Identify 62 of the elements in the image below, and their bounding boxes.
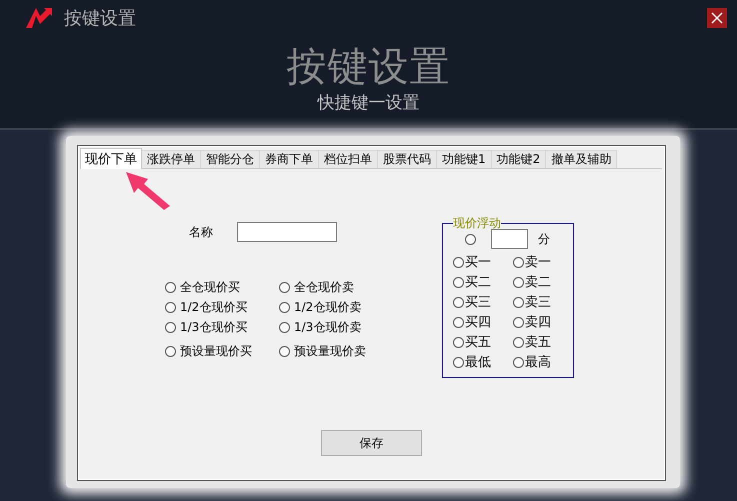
radio-button[interactable] bbox=[165, 322, 176, 332]
radio-label: 卖一 bbox=[525, 254, 551, 271]
header-subtitle: 快捷键一设置 bbox=[318, 92, 420, 114]
radio-button[interactable] bbox=[453, 316, 464, 328]
close-button[interactable] bbox=[707, 8, 727, 28]
radio-button[interactable] bbox=[279, 302, 290, 312]
radio-label: 全仓现价卖 bbox=[294, 278, 354, 296]
tab[interactable]: 撤单及辅助 bbox=[545, 150, 618, 168]
radio-label: 1/3仓现价买 bbox=[180, 318, 248, 336]
logo-icon bbox=[26, 8, 52, 28]
radio-button[interactable] bbox=[165, 282, 176, 292]
header-title: 按键设置 bbox=[286, 43, 450, 92]
radio-button[interactable] bbox=[465, 234, 476, 244]
radio-label: 1/2仓现价卖 bbox=[294, 298, 362, 316]
name-field[interactable] bbox=[237, 222, 337, 242]
tab[interactable]: 功能键1 bbox=[436, 150, 492, 168]
radio-button[interactable] bbox=[453, 356, 464, 368]
radio-label: 全仓现价买 bbox=[180, 278, 240, 296]
tab[interactable]: 功能键2 bbox=[490, 150, 546, 168]
radio-label: 1/3仓现价卖 bbox=[294, 318, 362, 336]
tab[interactable]: 智能分仓 bbox=[200, 150, 260, 168]
save-button[interactable]: 保存 bbox=[321, 430, 422, 456]
radio-label: 1/2仓现价买 bbox=[180, 298, 248, 316]
unit-label: 分 bbox=[538, 230, 550, 248]
radio-button[interactable] bbox=[165, 302, 176, 312]
window-title: 按键设置 bbox=[64, 7, 137, 30]
radio-button[interactable] bbox=[513, 316, 524, 328]
radio-button[interactable] bbox=[279, 282, 290, 292]
radio-button[interactable] bbox=[513, 256, 524, 268]
radio-button[interactable] bbox=[453, 296, 464, 308]
radio-button[interactable] bbox=[453, 256, 464, 268]
radio-button[interactable] bbox=[513, 336, 524, 348]
radio-button[interactable] bbox=[165, 346, 176, 356]
radio-button[interactable] bbox=[513, 276, 524, 288]
radio-button[interactable] bbox=[279, 346, 290, 356]
radio-label: 预设量现价买 bbox=[180, 342, 252, 360]
radio-label: 买二 bbox=[465, 274, 491, 291]
radio-button[interactable] bbox=[453, 336, 464, 348]
radio-label: 买五 bbox=[465, 334, 491, 351]
tab[interactable]: 股票代码 bbox=[377, 150, 437, 168]
radio-label: 卖二 bbox=[525, 274, 551, 291]
radio-label: 最低 bbox=[465, 354, 491, 371]
tab[interactable]: 现价下单 bbox=[80, 148, 142, 169]
close-icon bbox=[711, 12, 723, 24]
radio-button[interactable] bbox=[453, 276, 464, 288]
radio-label: 卖三 bbox=[525, 294, 551, 311]
radio-label: 买三 bbox=[465, 294, 491, 311]
radio-label: 最高 bbox=[525, 354, 551, 371]
tab[interactable]: 涨跌停单 bbox=[141, 150, 201, 168]
radio-label: 卖五 bbox=[525, 334, 551, 351]
tab[interactable]: 档位扫单 bbox=[318, 150, 378, 168]
name-label: 名称 bbox=[189, 224, 214, 240]
radio-button[interactable] bbox=[513, 356, 524, 368]
radio-label: 预设量现价卖 bbox=[294, 342, 366, 360]
radio-label: 买四 bbox=[465, 314, 491, 331]
radio-label: 卖四 bbox=[525, 314, 551, 331]
cents-field[interactable] bbox=[491, 229, 528, 249]
radio-button[interactable] bbox=[513, 296, 524, 308]
tab[interactable]: 券商下单 bbox=[259, 150, 319, 168]
group-title: 现价浮动 bbox=[453, 216, 501, 230]
radio-button[interactable] bbox=[279, 322, 290, 332]
radio-label: 买一 bbox=[465, 254, 491, 271]
